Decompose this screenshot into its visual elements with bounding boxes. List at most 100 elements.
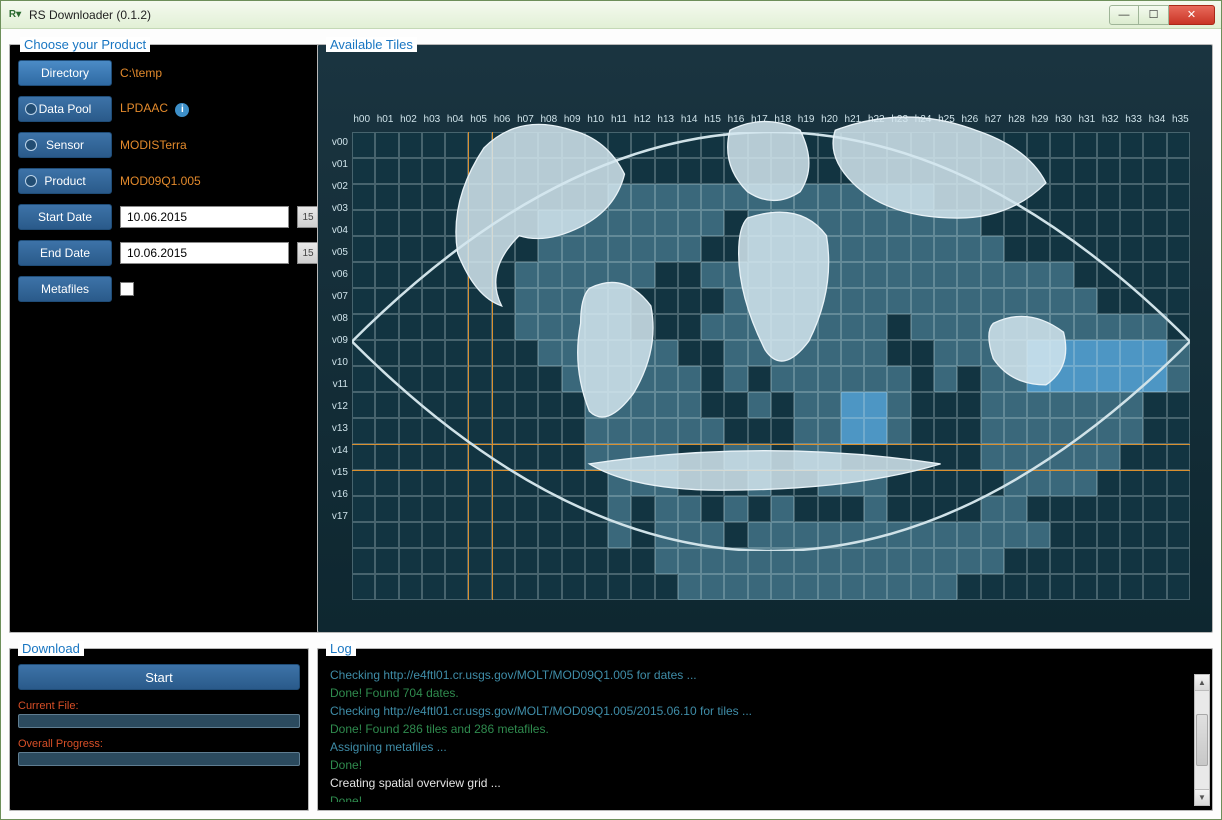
tile-cell[interactable] xyxy=(631,132,654,158)
tile-cell[interactable] xyxy=(957,418,980,444)
tile-cell[interactable] xyxy=(841,444,864,470)
tile-cell[interactable] xyxy=(724,548,747,574)
tile-cell[interactable] xyxy=(1004,340,1027,366)
tile-cell[interactable] xyxy=(468,314,491,340)
tile-cell[interactable] xyxy=(818,444,841,470)
tile-cell[interactable] xyxy=(794,236,817,262)
tile-cell[interactable] xyxy=(934,548,957,574)
tile-cell[interactable] xyxy=(445,158,468,184)
tile-cell[interactable] xyxy=(1074,522,1097,548)
tile-cell[interactable] xyxy=(678,132,701,158)
calendar-icon[interactable]: 15 xyxy=(297,242,319,264)
tile-cell[interactable] xyxy=(864,548,887,574)
tile-cell[interactable] xyxy=(631,314,654,340)
tile-cell[interactable] xyxy=(468,132,491,158)
tile-cell[interactable] xyxy=(911,548,934,574)
tile-cell[interactable] xyxy=(1004,418,1027,444)
tile-cell[interactable] xyxy=(864,132,887,158)
tile-cell[interactable] xyxy=(1050,340,1073,366)
tile-cell[interactable] xyxy=(468,158,491,184)
tile-cell[interactable] xyxy=(515,314,538,340)
tile-cell[interactable] xyxy=(794,366,817,392)
tile-cell[interactable] xyxy=(981,158,1004,184)
tile-cell[interactable] xyxy=(1167,210,1190,236)
tile-cell[interactable] xyxy=(771,314,794,340)
tile-cell[interactable] xyxy=(352,288,375,314)
tile-cell[interactable] xyxy=(468,288,491,314)
tile-cell[interactable] xyxy=(1074,496,1097,522)
tile-cell[interactable] xyxy=(1027,496,1050,522)
metafiles-button[interactable]: Metafiles xyxy=(18,276,112,302)
tile-cell[interactable] xyxy=(1167,444,1190,470)
tile-cell[interactable] xyxy=(1143,236,1166,262)
tile-cell[interactable] xyxy=(585,210,608,236)
tile-cell[interactable] xyxy=(515,288,538,314)
tile-cell[interactable] xyxy=(1097,314,1120,340)
tile-cell[interactable] xyxy=(887,184,910,210)
tile-cell[interactable] xyxy=(445,340,468,366)
tile-cell[interactable] xyxy=(1097,392,1120,418)
tile-cell[interactable] xyxy=(492,548,515,574)
tile-cell[interactable] xyxy=(1097,288,1120,314)
tile-cell[interactable] xyxy=(352,522,375,548)
tile-cell[interactable] xyxy=(631,340,654,366)
tile-cell[interactable] xyxy=(678,522,701,548)
tile-cell[interactable] xyxy=(911,444,934,470)
tile-cell[interactable] xyxy=(1050,236,1073,262)
tile-cell[interactable] xyxy=(701,418,724,444)
tile-cell[interactable] xyxy=(1074,210,1097,236)
tile-cell[interactable] xyxy=(981,184,1004,210)
tile-cell[interactable] xyxy=(422,470,445,496)
tile-cell[interactable] xyxy=(608,548,631,574)
tile-cell[interactable] xyxy=(934,496,957,522)
tile-cell[interactable] xyxy=(1004,470,1027,496)
tile-cell[interactable] xyxy=(1120,366,1143,392)
tile-cell[interactable] xyxy=(678,288,701,314)
tile-cell[interactable] xyxy=(585,340,608,366)
tile-cell[interactable] xyxy=(1097,366,1120,392)
tile-cell[interactable] xyxy=(562,314,585,340)
tile-cell[interactable] xyxy=(492,314,515,340)
tile-cell[interactable] xyxy=(934,132,957,158)
tile-cell[interactable] xyxy=(841,288,864,314)
tile-cell[interactable] xyxy=(1027,262,1050,288)
tile-cell[interactable] xyxy=(957,236,980,262)
tile-cell[interactable] xyxy=(887,522,910,548)
tile-cell[interactable] xyxy=(724,444,747,470)
tile-cell[interactable] xyxy=(562,262,585,288)
tile-cell[interactable] xyxy=(1074,418,1097,444)
tile-cell[interactable] xyxy=(585,522,608,548)
tile-cell[interactable] xyxy=(608,236,631,262)
tile-cell[interactable] xyxy=(538,574,561,600)
tile-cell[interactable] xyxy=(1167,314,1190,340)
tile-cell[interactable] xyxy=(701,288,724,314)
tile-cell[interactable] xyxy=(981,548,1004,574)
tile-cell[interactable] xyxy=(1143,574,1166,600)
tile-cell[interactable] xyxy=(724,184,747,210)
tile-cell[interactable] xyxy=(701,522,724,548)
tile-cell[interactable] xyxy=(492,340,515,366)
tile-cell[interactable] xyxy=(981,574,1004,600)
tile-cell[interactable] xyxy=(1097,262,1120,288)
tile-cell[interactable] xyxy=(631,158,654,184)
tile-cell[interactable] xyxy=(841,574,864,600)
tile-cell[interactable] xyxy=(1097,184,1120,210)
tile-cell[interactable] xyxy=(1167,522,1190,548)
tile-cell[interactable] xyxy=(1120,548,1143,574)
tile-cell[interactable] xyxy=(468,470,491,496)
log-body[interactable]: Checking http://e4ftl01.cr.usgs.gov/MOLT… xyxy=(326,664,1204,802)
tile-cell[interactable] xyxy=(1120,574,1143,600)
tile-cell[interactable] xyxy=(375,522,398,548)
tile-cell[interactable] xyxy=(701,236,724,262)
tile-cell[interactable] xyxy=(771,522,794,548)
tile-cell[interactable] xyxy=(352,444,375,470)
tile-cell[interactable] xyxy=(771,366,794,392)
tile-cell[interactable] xyxy=(864,496,887,522)
tile-cell[interactable] xyxy=(1004,158,1027,184)
tile-cell[interactable] xyxy=(818,158,841,184)
tile-cell[interactable] xyxy=(957,158,980,184)
tile-cell[interactable] xyxy=(1120,470,1143,496)
enddate-input[interactable] xyxy=(120,242,289,264)
tile-cell[interactable] xyxy=(375,314,398,340)
tile-cell[interactable] xyxy=(724,496,747,522)
